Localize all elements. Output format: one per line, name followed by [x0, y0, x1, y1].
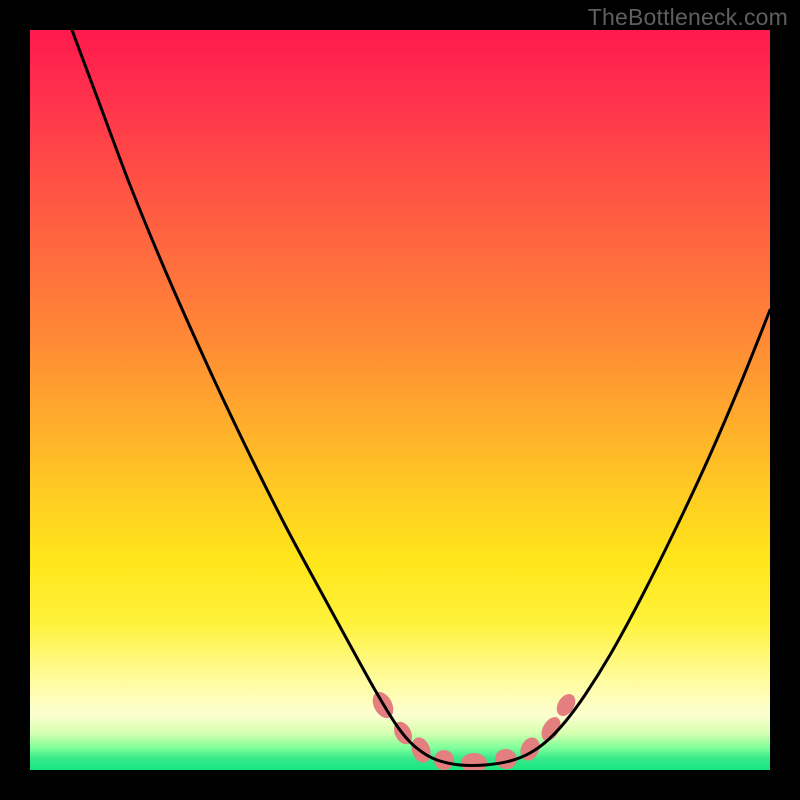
chart-svg	[30, 30, 770, 770]
bottleneck-curve	[72, 30, 770, 766]
plot-area	[30, 30, 770, 770]
curve-marker	[553, 691, 579, 720]
chart-frame: TheBottleneck.com	[0, 0, 800, 800]
watermark-text: TheBottleneck.com	[588, 4, 788, 31]
curve-marker	[461, 753, 487, 770]
curve-marker	[517, 734, 543, 763]
